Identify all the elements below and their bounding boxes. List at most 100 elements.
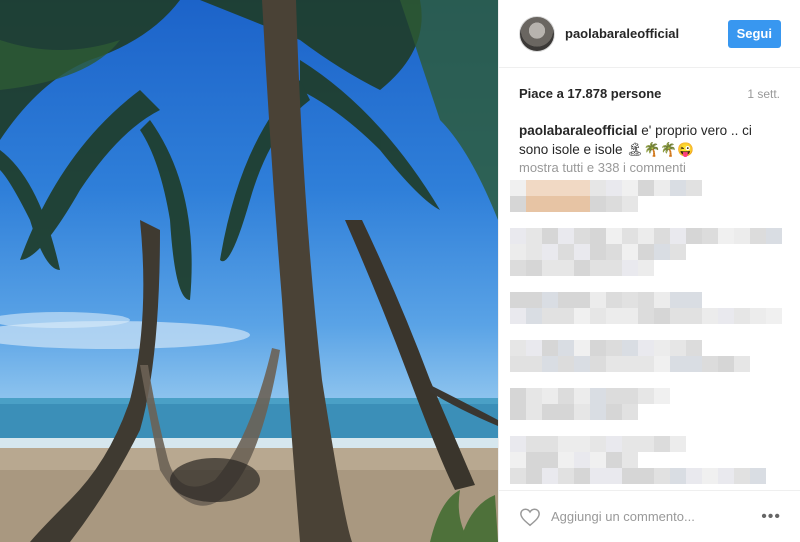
pixel-block	[558, 436, 574, 452]
pixel-block	[718, 228, 734, 244]
pixel-block	[526, 388, 542, 404]
pixel-block	[510, 388, 526, 404]
pixel-block	[574, 436, 590, 452]
post-caption: paolabaraleofficial e' proprio vero .. c…	[519, 121, 780, 159]
pixel-block	[526, 228, 542, 244]
pixel-block	[622, 388, 638, 404]
pixel-block	[590, 260, 606, 276]
pixel-block	[526, 452, 542, 468]
heart-outline-icon[interactable]	[519, 506, 541, 528]
pixel-block	[718, 356, 734, 372]
pixel-block	[606, 404, 622, 420]
pixel-block	[542, 180, 558, 196]
pixel-block	[670, 340, 686, 356]
username-link[interactable]: paolabaraleofficial	[565, 26, 728, 41]
pixel-block	[670, 244, 686, 260]
pixel-block	[638, 340, 654, 356]
post-photo[interactable]	[0, 0, 498, 542]
pixel-block	[638, 228, 654, 244]
pixel-block	[590, 404, 606, 420]
pixel-block	[510, 228, 526, 244]
pixel-block	[654, 436, 670, 452]
pixel-block	[510, 292, 526, 308]
likes-count[interactable]: Piace a 17.878 persone	[519, 86, 661, 101]
pixel-block	[670, 356, 686, 372]
pixel-block	[606, 292, 622, 308]
pixel-block	[574, 340, 590, 356]
pixel-block	[542, 404, 558, 420]
pixel-block	[622, 356, 638, 372]
pixel-block	[638, 180, 654, 196]
pixel-block	[526, 196, 542, 212]
post-time[interactable]: 1 sett.	[747, 87, 780, 101]
pixel-block	[702, 356, 718, 372]
pixel-block	[686, 180, 702, 196]
pixel-block	[638, 244, 654, 260]
pixel-block	[686, 308, 702, 324]
pixel-block	[670, 292, 686, 308]
pixel-block	[606, 180, 622, 196]
pixel-block	[718, 468, 734, 484]
pixel-block	[606, 436, 622, 452]
pixel-block	[734, 468, 750, 484]
pixel-block	[526, 260, 542, 276]
pixel-block	[510, 180, 526, 196]
pixel-block	[574, 388, 590, 404]
pixel-block	[702, 228, 718, 244]
pixel-block	[686, 468, 702, 484]
pixel-block	[590, 468, 606, 484]
pixel-block	[734, 308, 750, 324]
pixel-block	[766, 308, 782, 324]
pixel-block	[574, 260, 590, 276]
pixel-block	[558, 244, 574, 260]
pixel-block	[670, 228, 686, 244]
more-options-icon[interactable]: •••	[761, 508, 781, 526]
pixel-block	[734, 356, 750, 372]
pixel-block	[558, 292, 574, 308]
pixel-block	[750, 228, 766, 244]
pixel-block	[526, 468, 542, 484]
follow-button[interactable]: Segui	[727, 19, 781, 48]
pixel-block	[766, 228, 782, 244]
pixel-block	[590, 244, 606, 260]
pixel-block	[670, 180, 686, 196]
pixel-block	[526, 340, 542, 356]
pixel-block	[750, 468, 766, 484]
pixel-block	[590, 308, 606, 324]
pixel-block	[654, 340, 670, 356]
pixel-block	[542, 356, 558, 372]
post-header: paolabaraleofficial Segui	[499, 0, 800, 68]
caption-username[interactable]: paolabaraleofficial	[519, 123, 638, 138]
pixel-block	[542, 340, 558, 356]
pixel-block	[606, 452, 622, 468]
pixel-block	[542, 388, 558, 404]
post-stats: Piace a 17.878 persone 1 sett.	[519, 86, 780, 101]
pixel-block	[542, 436, 558, 452]
pixel-block	[686, 340, 702, 356]
pixel-block	[558, 260, 574, 276]
pixel-block	[622, 292, 638, 308]
pixel-block	[638, 388, 654, 404]
pixel-block	[702, 468, 718, 484]
pixel-block	[510, 260, 526, 276]
pixel-block	[606, 228, 622, 244]
pixel-block	[558, 356, 574, 372]
pixel-block	[606, 308, 622, 324]
pixel-block	[654, 228, 670, 244]
pixel-block	[622, 340, 638, 356]
pixel-block	[526, 244, 542, 260]
pixel-block	[654, 292, 670, 308]
comment-input[interactable]	[551, 509, 762, 524]
pixel-block	[606, 260, 622, 276]
pixel-block	[510, 436, 526, 452]
pixel-block	[542, 260, 558, 276]
pixel-block	[606, 468, 622, 484]
pixel-block	[574, 228, 590, 244]
avatar[interactable]	[519, 15, 555, 52]
pixel-block	[574, 404, 590, 420]
pixel-block	[654, 180, 670, 196]
pixel-block	[542, 468, 558, 484]
view-all-comments-link[interactable]: mostra tutti e 338 i commenti	[519, 160, 686, 175]
pixel-block	[606, 388, 622, 404]
pixel-block	[590, 180, 606, 196]
